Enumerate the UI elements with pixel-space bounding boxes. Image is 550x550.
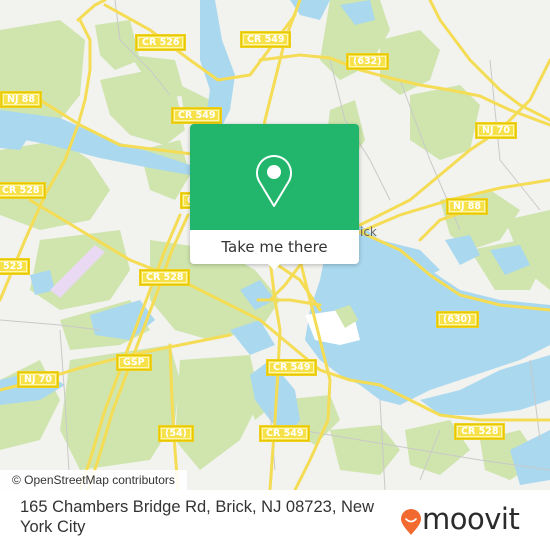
road-label-cr54: (54)	[159, 426, 193, 441]
road-label-cr528: CR 528	[455, 424, 505, 439]
road-label-cr523: 523	[0, 259, 29, 274]
road-label-cr549: CR 549	[172, 108, 222, 123]
road-label-cr528: CR 528	[0, 183, 46, 198]
moovit-pin-smile-icon	[401, 509, 421, 535]
address-text: 165 Chambers Bridge Rd, Brick, NJ 08723,…	[20, 498, 374, 536]
road-label-cr632: (632)	[347, 54, 388, 69]
moovit-logo[interactable]: moovit	[400, 502, 530, 536]
road-label-cr528: CR 528	[140, 270, 190, 285]
road-label-cr549: CR 549	[267, 360, 317, 375]
map-pin-icon	[256, 155, 292, 207]
road-label-cr549: CR 549	[241, 32, 291, 47]
place-label-brick: ick	[360, 225, 377, 239]
road-label-nj88: NJ 88	[447, 199, 488, 214]
road-label-cr526: CR 526	[136, 35, 186, 50]
moovit-wordmark: moovit	[422, 502, 520, 536]
road-label-nj70: NJ 70	[476, 123, 517, 138]
map-attribution[interactable]: © OpenStreetMap contributors	[0, 470, 187, 490]
map-view[interactable]: CR 526 CR 549 (632) NJ 88 CR 549 NJ 70 C…	[0, 0, 550, 490]
take-me-there-button[interactable]: Take me there	[190, 230, 359, 264]
footer: 165 Chambers Bridge Rd, Brick, NJ 08723,…	[0, 490, 550, 550]
road-label-cr630: (630)	[437, 312, 478, 327]
road-label-nj70: NJ 70	[18, 372, 59, 387]
destination-popup[interactable]: Take me there	[190, 124, 359, 270]
popup-tail	[267, 263, 281, 270]
road-label-gsp: GSP	[117, 355, 151, 370]
road-label-nj88: NJ 88	[1, 92, 42, 107]
popup-header	[190, 124, 359, 230]
road-label-cr549: CR 549	[260, 426, 310, 441]
